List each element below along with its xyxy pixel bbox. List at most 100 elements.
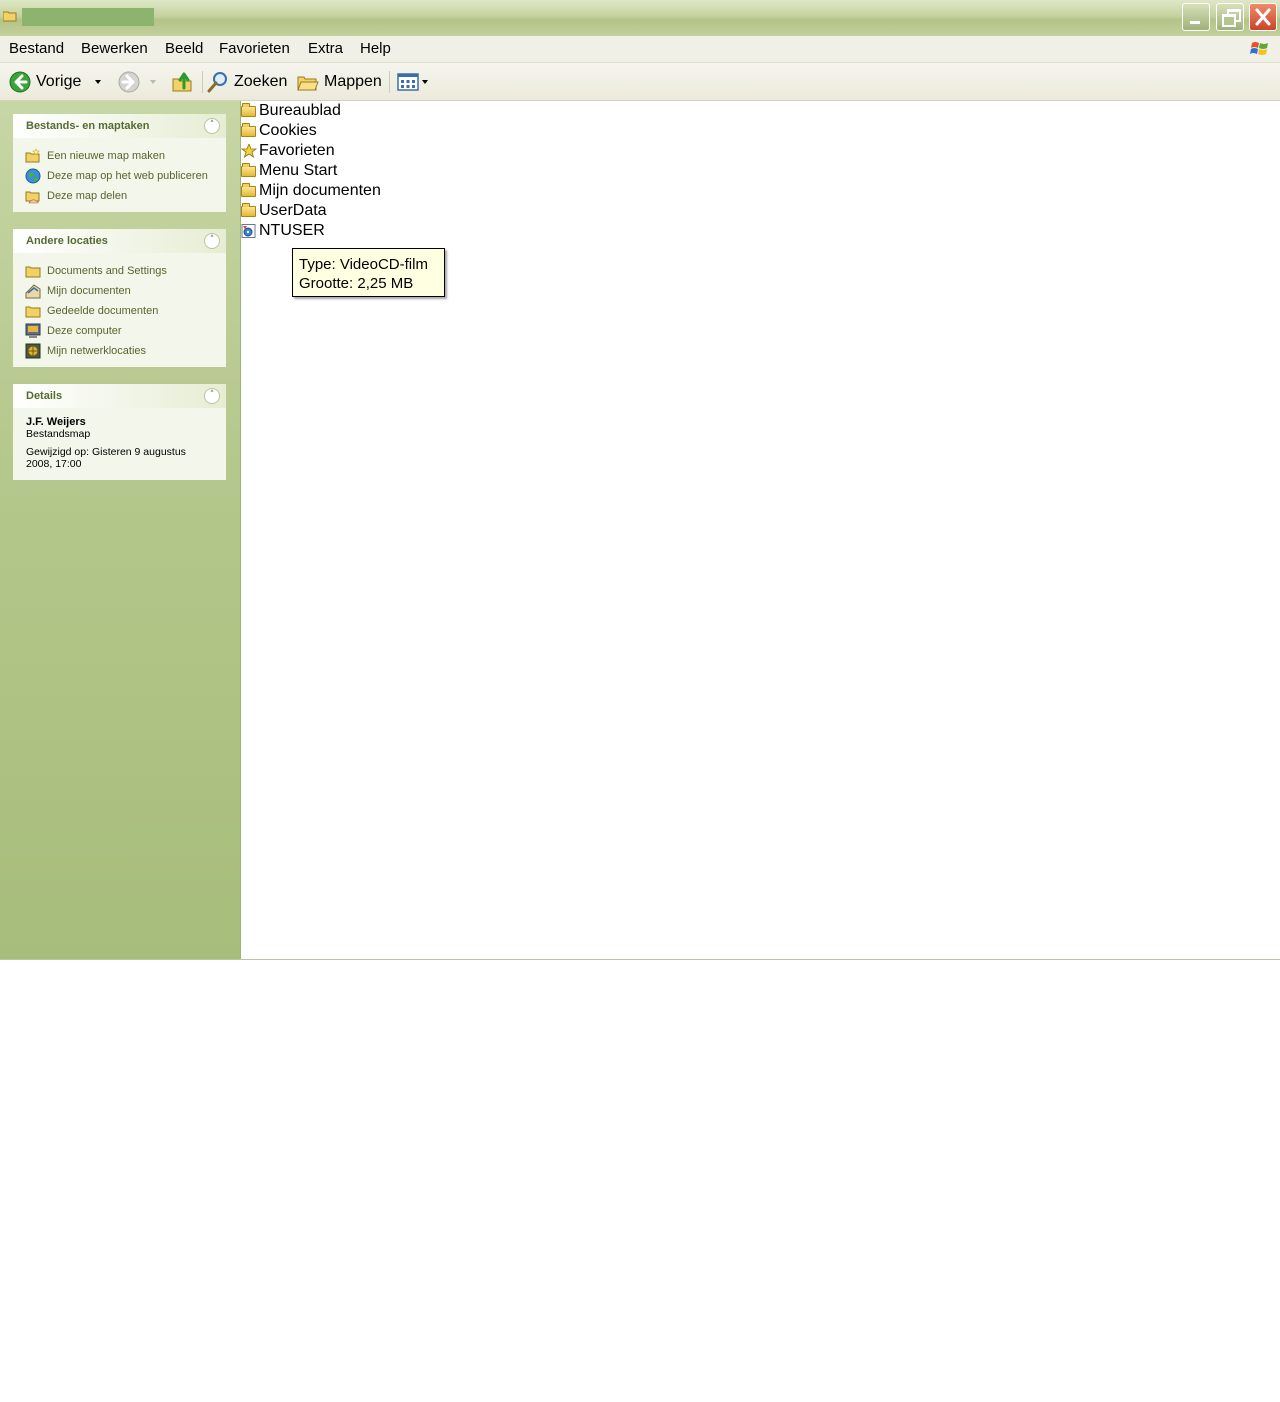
other-places-title: Andere locaties <box>26 235 108 247</box>
folder-icon <box>241 203 257 218</box>
videocd-file-icon <box>241 224 256 238</box>
collapse-icon[interactable]: ˄ <box>204 388 220 404</box>
folder-icon <box>3 11 17 22</box>
menu-bestand[interactable]: Bestand <box>9 40 64 57</box>
folder-icon <box>25 306 41 318</box>
back-label: Vorige <box>36 73 82 90</box>
file-name: Favorieten <box>259 142 335 159</box>
file-info-tooltip: Type: VideoCD-film Grootte: 2,25 MB <box>292 248 445 297</box>
window-title: J.F. Weijers <box>22 8 154 26</box>
file-name: Menu Start <box>259 162 338 179</box>
folder-icon <box>241 123 257 138</box>
my-documents-icon <box>25 284 41 299</box>
forward-arrow-icon <box>118 71 140 93</box>
up-folder-button[interactable] <box>172 70 199 94</box>
back-dropdown[interactable] <box>95 70 101 94</box>
search-icon <box>207 72 227 93</box>
file-name: Mijn documenten <box>259 182 381 199</box>
folder-icon <box>25 266 41 278</box>
folder-icon <box>241 183 257 198</box>
place-label: Documents and Settings <box>47 265 167 277</box>
other-places-header[interactable]: Andere locaties ˄ <box>13 229 226 253</box>
minimize-button[interactable] <box>1182 3 1210 31</box>
menu-extra[interactable]: Extra <box>308 40 343 57</box>
task-share-folder[interactable]: Deze map delen <box>13 186 226 206</box>
place-documents-and-settings[interactable]: Documents and Settings <box>13 261 226 281</box>
place-label: Gedeelde documenten <box>47 305 159 317</box>
list-item[interactable]: Bureaublad <box>241 101 341 121</box>
views-button[interactable] <box>397 70 428 94</box>
task-new-folder[interactable]: Een nieuwe map maken <box>13 146 226 166</box>
my-computer-icon <box>25 323 41 338</box>
close-button[interactable] <box>1249 3 1277 31</box>
place-shared-documents[interactable]: Gedeelde documenten <box>13 301 226 321</box>
title-bar[interactable]: J.F. Weijers <box>0 0 1280 36</box>
tooltip-size: Grootte: 2,25 MB <box>299 275 414 292</box>
place-my-documents[interactable]: Mijn documenten <box>13 281 226 301</box>
explorer-window: J.F. Weijers Bestand Bewerken Beeld Favo… <box>0 0 1280 960</box>
task-label: Deze map op het web publiceren <box>47 170 208 182</box>
chevron-down-icon <box>95 80 101 84</box>
views-icon <box>397 73 419 91</box>
search-button[interactable]: Zoeken <box>207 70 287 94</box>
file-name: Cookies <box>259 122 317 139</box>
file-name: UserData <box>259 202 327 219</box>
details-panel: Details ˄ J.F. Weijers Bestandsmap Gewij… <box>13 384 226 480</box>
place-label: Deze computer <box>47 325 122 337</box>
details-type: Bestandsmap <box>26 428 91 440</box>
windows-logo-icon <box>1250 42 1268 55</box>
network-places-icon <box>25 343 41 359</box>
chevron-down-icon <box>150 80 156 84</box>
menu-beeld[interactable]: Beeld <box>165 40 203 57</box>
task-publish-web[interactable]: Deze map op het web publiceren <box>13 166 226 186</box>
place-label: Mijn netwerklocaties <box>47 345 147 357</box>
list-item[interactable]: UserData <box>241 201 327 221</box>
chevron-down-icon <box>422 80 428 84</box>
place-network[interactable]: Mijn netwerklocaties <box>13 341 226 361</box>
forward-dropdown[interactable] <box>150 70 156 94</box>
task-label: Een nieuwe map maken <box>47 150 166 162</box>
list-item[interactable]: Mijn documenten <box>241 181 381 201</box>
file-name: NTUSER <box>259 222 325 239</box>
restore-button[interactable] <box>1216 3 1244 31</box>
task-label: Deze map delen <box>47 190 128 202</box>
file-tasks-title: Bestands- en maptaken <box>26 120 150 132</box>
folders-label: Mappen <box>324 73 382 90</box>
folders-icon <box>297 76 319 91</box>
menu-bar: Bestand Bewerken Beeld Favorieten Extra … <box>0 36 1280 63</box>
collapse-icon[interactable]: ˄ <box>204 118 220 134</box>
publish-web-icon <box>25 168 41 184</box>
forward-button[interactable] <box>118 70 145 94</box>
folder-icon <box>241 163 257 178</box>
tooltip-type: Type: VideoCD-film <box>299 256 428 273</box>
list-item[interactable]: Menu Start <box>241 161 337 181</box>
place-my-computer[interactable]: Deze computer <box>13 321 226 341</box>
menu-bewerken[interactable]: Bewerken <box>81 40 148 57</box>
other-places-panel: Andere locaties ˄ Documents and Settings… <box>13 229 226 367</box>
close-icon <box>1255 8 1271 26</box>
list-item[interactable]: Favorieten <box>241 141 335 161</box>
details-header[interactable]: Details ˄ <box>13 384 226 408</box>
place-label: Mijn documenten <box>47 285 131 297</box>
list-item[interactable]: NTUSER <box>241 221 325 241</box>
menu-favorieten[interactable]: Favorieten <box>219 40 290 57</box>
details-title: Details <box>26 390 63 402</box>
collapse-icon[interactable]: ˄ <box>204 233 220 249</box>
details-modified: Gewijzigd op: Gisteren 9 augustus 2008, … <box>26 446 186 470</box>
back-button[interactable]: Vorige <box>9 70 81 94</box>
folders-button[interactable]: Mappen <box>297 70 382 94</box>
menu-help[interactable]: Help <box>360 40 391 57</box>
new-folder-icon <box>25 148 40 163</box>
details-name: J.F. Weijers <box>26 416 86 428</box>
file-list[interactable]: Bureaublad Cookies Favorieten Menu Start… <box>241 101 1280 959</box>
list-item[interactable]: Cookies <box>241 121 317 141</box>
share-folder-icon <box>25 191 40 204</box>
toolbar-separator <box>202 71 203 93</box>
up-folder-icon <box>172 72 192 92</box>
favorites-folder-icon <box>241 144 257 158</box>
toolbar: Vorige Zoeken Mappen <box>0 63 1280 101</box>
back-arrow-icon <box>9 71 31 93</box>
file-tasks-header[interactable]: Bestands- en maptaken ˄ <box>13 114 226 138</box>
search-label: Zoeken <box>234 73 288 90</box>
task-pane: Bestands- en maptaken ˄ Een nieuwe map m… <box>0 101 241 959</box>
